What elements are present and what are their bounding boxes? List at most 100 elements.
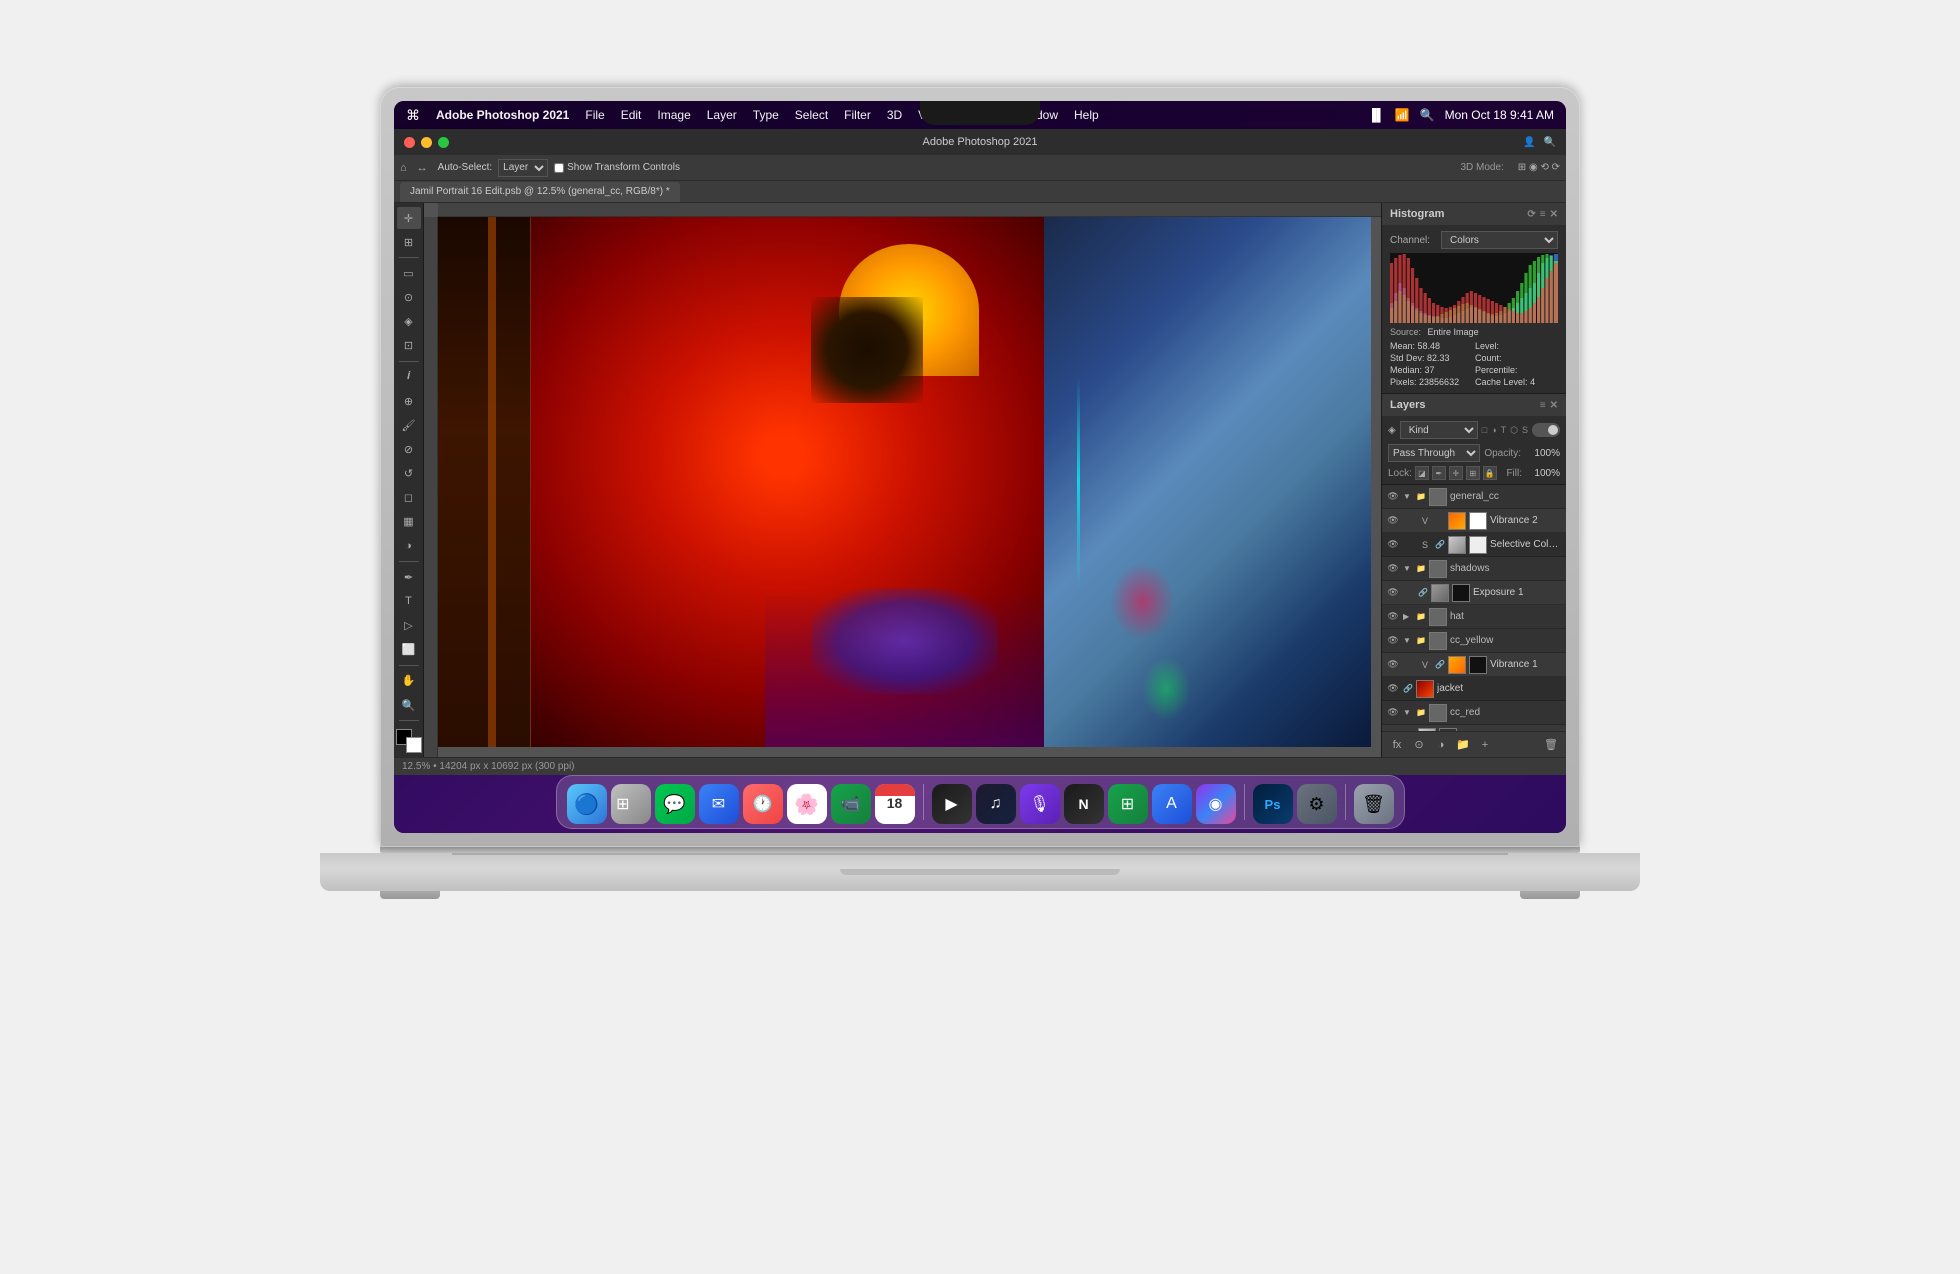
layer-visibility-eye[interactable]: 👁 [1386,658,1400,672]
artboard-tool[interactable]: ⊞ [397,231,421,253]
move-tool[interactable]: ✛ [397,207,421,229]
hand-tool[interactable]: ✋ [397,670,421,692]
crop-tool[interactable]: ⊡ [397,335,421,357]
brush-tool[interactable]: 🖌 [397,414,421,436]
dock-appletv[interactable]: ▶ [932,784,972,824]
delete-layer-button[interactable]: 🗑 [1542,736,1560,754]
lock-transparency[interactable]: ◪ [1415,466,1429,480]
layer-expand-triangle[interactable]: ▶ [1403,612,1413,621]
layer-expand-triangle[interactable]: ▼ [1403,636,1413,645]
pen-tool[interactable]: ✒ [397,566,421,588]
spot-heal-tool[interactable]: ⊕ [397,390,421,412]
layer-visibility-eye[interactable]: 👁 [1386,514,1400,528]
dock-siri[interactable]: ◉ [1196,784,1236,824]
layer-visibility-eye[interactable]: 👁 [1386,634,1400,648]
lock-position[interactable]: ✛ [1449,466,1463,480]
background-color[interactable] [406,737,422,753]
filter-toggle[interactable] [1532,423,1560,437]
quick-select-tool[interactable]: ◈ [397,311,421,333]
gradient-tool[interactable]: ▦ [397,511,421,533]
histogram-collapse-icon[interactable]: ✕ [1550,209,1558,220]
lock-image[interactable]: ✒ [1432,466,1446,480]
layer-item[interactable]: 👁 🔗 jacket [1382,677,1566,701]
channel-select[interactable]: Colors RGB Red Green Blue [1441,231,1558,249]
filter-pixel-icon[interactable]: □ [1482,425,1487,435]
histogram-panel-header[interactable]: Histogram ⟳ ≡ ✕ [1382,203,1566,225]
clone-tool[interactable]: ⊘ [397,438,421,460]
path-select-tool[interactable]: ▷ [397,615,421,637]
menu-edit[interactable]: Edit [621,108,642,122]
shape-tool[interactable]: ⬜ [397,639,421,661]
dock-facetime[interactable]: 📹 [831,784,871,824]
app-name-menu[interactable]: Adobe Photoshop 2021 [436,108,569,122]
search-icon[interactable]: 🔍 [1420,108,1435,122]
dock-calendar[interactable]: 18 [875,784,915,824]
add-mask-button[interactable]: ⊙ [1410,736,1428,754]
layer-item[interactable]: 👁 ▼ 📁 shadows [1382,557,1566,581]
dock-clock[interactable]: 🕐 [743,784,783,824]
menu-layer[interactable]: Layer [707,108,737,122]
dock-appstore[interactable]: A [1152,784,1192,824]
layer-item[interactable]: 👁 ▼ 📁 cc_red [1382,701,1566,725]
layer-item[interactable]: 👁 V Vibrance 2 [1382,509,1566,533]
dock-photoshop[interactable]: Ps [1253,784,1293,824]
ps-canvas-area[interactable]: EAT [424,203,1381,757]
layer-visibility-eye[interactable]: 👁 [1386,706,1400,720]
ps-canvas[interactable]: EAT [438,217,1371,747]
dock-mail[interactable]: ✉ [699,784,739,824]
layers-list[interactable]: 👁 ▼ 📁 general_cc 👁 [1382,485,1566,731]
layer-item[interactable]: 👁 ▶ 📁 hat [1382,605,1566,629]
dock-finder[interactable]: 🔵 [567,784,607,824]
dock-music[interactable]: ♫ [976,784,1016,824]
menu-type[interactable]: Type [753,108,779,122]
layer-visibility-eye[interactable]: 👁 [1386,562,1400,576]
minimize-button[interactable] [421,137,432,148]
histogram-menu-icon[interactable]: ≡ [1540,209,1546,220]
layer-item[interactable]: 👁 S 🔗 Selective Color 1 [1382,533,1566,557]
fg-bg-colors[interactable] [396,729,422,753]
ps-user-icon[interactable]: 👤 [1523,137,1535,148]
auto-select-dropdown[interactable]: Layer [498,159,548,177]
fill-value[interactable]: 100% [1525,468,1560,479]
eraser-tool[interactable]: ◻ [397,487,421,509]
layer-item[interactable]: 👁 ▼ 📁 general_cc [1382,485,1566,509]
layer-expand-triangle[interactable]: ▼ [1403,492,1413,501]
layers-panel-header[interactable]: Layers ≡ ✕ [1382,394,1566,416]
histogram-refresh-icon[interactable]: ⟳ [1527,209,1535,220]
filter-adj-icon[interactable]: ◑ [1491,425,1496,435]
filter-shape-icon[interactable]: ⬡ [1510,425,1518,436]
show-transform-checkbox[interactable] [554,163,564,173]
eyedropper-tool[interactable]: 𝒊 [397,366,421,388]
menu-select[interactable]: Select [795,108,828,122]
add-layer-button[interactable]: + [1476,736,1494,754]
add-group-button[interactable]: 📁 [1454,736,1472,754]
menu-3d[interactable]: 3D [887,108,902,122]
lasso-tool[interactable]: ⊙ [397,286,421,308]
zoom-tool[interactable]: 🔍 [397,694,421,716]
blend-mode-select[interactable]: Pass Through Normal Multiply [1388,444,1480,462]
layer-visibility-eye[interactable]: 👁 [1386,610,1400,624]
menu-image[interactable]: Image [657,108,690,122]
dock-messages[interactable]: 💬 [655,784,695,824]
dock-news[interactable]: N [1064,784,1104,824]
layer-visibility-eye[interactable]: 👁 [1386,538,1400,552]
lock-all[interactable]: 🔒 [1483,466,1497,480]
layer-expand-triangle[interactable]: ▼ [1403,708,1413,717]
filter-type-icon[interactable]: T [1501,425,1507,435]
dock-trash[interactable]: 🗑 [1354,784,1394,824]
dock-launchpad[interactable]: ⊞ [611,784,651,824]
layer-item[interactable]: 👁 🔗 Exposure 1 [1382,581,1566,605]
filter-smart-icon[interactable]: S [1522,425,1528,435]
menu-filter[interactable]: Filter [844,108,871,122]
text-tool[interactable]: T [397,590,421,612]
history-brush-tool[interactable]: ↺ [397,463,421,485]
layers-close-icon[interactable]: ✕ [1550,400,1558,411]
layer-expand-triangle[interactable]: ▼ [1403,564,1413,573]
dock-numbers[interactable]: ⊞ [1108,784,1148,824]
layer-visibility-eye[interactable]: 👁 [1386,682,1400,696]
maximize-button[interactable] [438,137,449,148]
layer-fx-button[interactable]: fx [1388,736,1406,754]
ps-search-icon[interactable]: 🔍 [1544,137,1556,148]
opacity-value[interactable]: 100% [1525,448,1560,459]
lock-artboard[interactable]: ⊞ [1466,466,1480,480]
